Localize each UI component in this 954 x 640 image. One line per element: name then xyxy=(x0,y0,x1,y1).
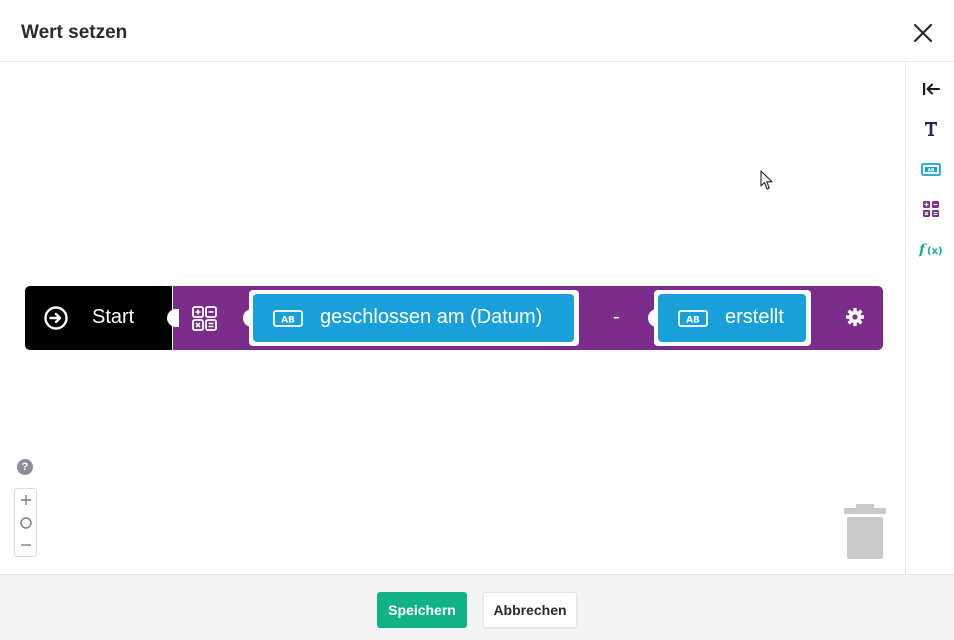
save-button[interactable]: Speichern xyxy=(377,592,467,628)
value-block-created[interactable]: AB erstellt xyxy=(658,294,806,342)
arrow-circle-right-icon xyxy=(43,305,69,331)
zoom-in-button[interactable] xyxy=(15,489,36,511)
svg-text:AB: AB xyxy=(281,315,295,325)
calculator-icon xyxy=(192,306,217,331)
block-toolbox: AB f (x) xyxy=(905,62,954,574)
ab-text-icon: AB xyxy=(678,310,708,327)
calculator-icon[interactable] xyxy=(918,197,944,221)
left-input-slot: AB geschlossen am (Datum) xyxy=(249,290,579,346)
zoom-controls xyxy=(14,488,37,557)
right-input-slot: AB erstellt xyxy=(654,290,811,346)
collapse-left-icon[interactable] xyxy=(918,77,944,101)
zoom-out-button[interactable] xyxy=(15,534,36,556)
gear-icon[interactable] xyxy=(845,307,865,327)
svg-text:AB: AB xyxy=(927,167,935,173)
value-block-closed-date[interactable]: AB geschlossen am (Datum) xyxy=(253,294,574,342)
svg-text:AB: AB xyxy=(686,315,700,325)
close-icon[interactable] xyxy=(910,20,936,46)
start-block[interactable]: Start xyxy=(25,286,172,350)
operator-label[interactable]: - xyxy=(613,306,620,329)
block-connector xyxy=(167,309,179,327)
value-label: erstellt xyxy=(725,306,784,328)
trash-icon[interactable] xyxy=(843,504,887,560)
ab-text-icon[interactable]: AB xyxy=(918,157,944,181)
calculation-block[interactable]: AB geschlossen am (Datum) - AB erstellt xyxy=(167,286,883,350)
ab-text-icon: AB xyxy=(273,310,303,327)
start-label: Start xyxy=(92,306,135,328)
svg-text:(x): (x) xyxy=(927,246,943,257)
function-icon[interactable]: f (x) xyxy=(918,237,944,261)
value-label: geschlossen am (Datum) xyxy=(320,306,543,328)
dialog-header: Wert setzen xyxy=(0,0,954,62)
dialog-footer: Speichern Abbrechen xyxy=(0,574,954,640)
help-icon[interactable]: ? xyxy=(17,459,33,475)
cancel-button[interactable]: Abbrechen xyxy=(483,592,577,628)
zoom-reset-button[interactable] xyxy=(15,512,36,534)
set-value-dialog: Wert setzen AB f (x) Start AB geschlosse… xyxy=(0,0,954,640)
text-icon[interactable] xyxy=(918,117,944,141)
dialog-title: Wert setzen xyxy=(21,22,128,43)
mouse-cursor-icon xyxy=(760,170,774,191)
